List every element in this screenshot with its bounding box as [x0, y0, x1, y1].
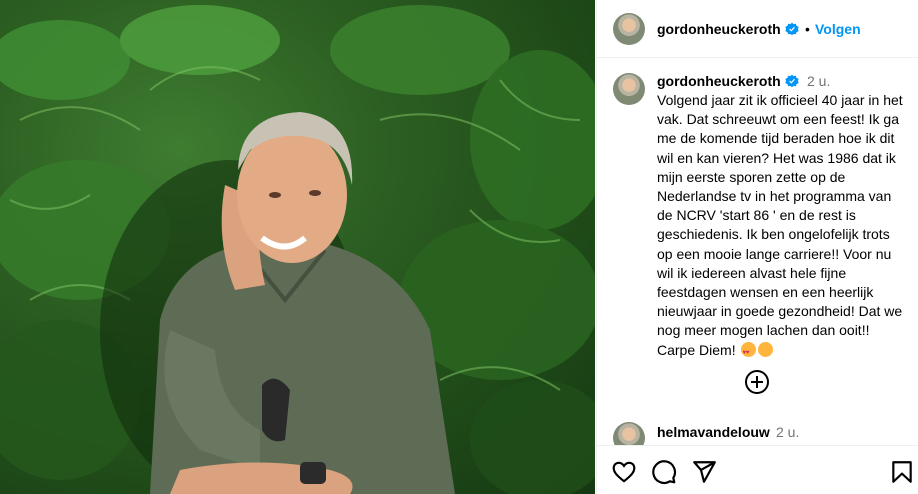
header-separator: •	[805, 21, 810, 37]
hugging-face-emoji-icon	[758, 341, 774, 357]
verified-badge-icon	[785, 22, 799, 36]
caption-author-avatar[interactable]	[613, 73, 645, 105]
author-username-link[interactable]: gordonheuckeroth	[657, 21, 781, 37]
add-circle-icon[interactable]	[745, 370, 769, 394]
bookmark-icon[interactable]	[889, 459, 915, 485]
post-photo[interactable]	[0, 0, 595, 494]
heart-eyes-emoji-icon	[741, 341, 757, 363]
comment-icon[interactable]	[651, 459, 677, 485]
comment-timestamp[interactable]: 2 u.	[776, 424, 799, 440]
verified-badge-icon	[785, 74, 799, 88]
caption-text: Volgend jaar zit ik officieel 40 jaar in…	[657, 91, 907, 363]
caption-body: Volgend jaar zit ik officieel 40 jaar in…	[657, 92, 907, 358]
author-avatar[interactable]	[613, 13, 645, 45]
heart-icon[interactable]	[611, 459, 637, 485]
follow-button[interactable]: Volgen	[815, 21, 861, 37]
commenter-username-link[interactable]: helmavandelouw	[657, 424, 770, 440]
post-action-bar	[597, 445, 918, 494]
post-header: gordonheuckeroth • Volgen	[597, 0, 918, 58]
post-photo-illustration	[0, 5, 595, 494]
post-side-panel: gordonheuckeroth • Volgen gordonheuckero…	[596, 0, 918, 494]
caption-username-link[interactable]: gordonheuckeroth	[657, 73, 781, 89]
share-icon[interactable]	[691, 459, 717, 485]
caption-timestamp[interactable]: 2 u.	[807, 73, 830, 89]
